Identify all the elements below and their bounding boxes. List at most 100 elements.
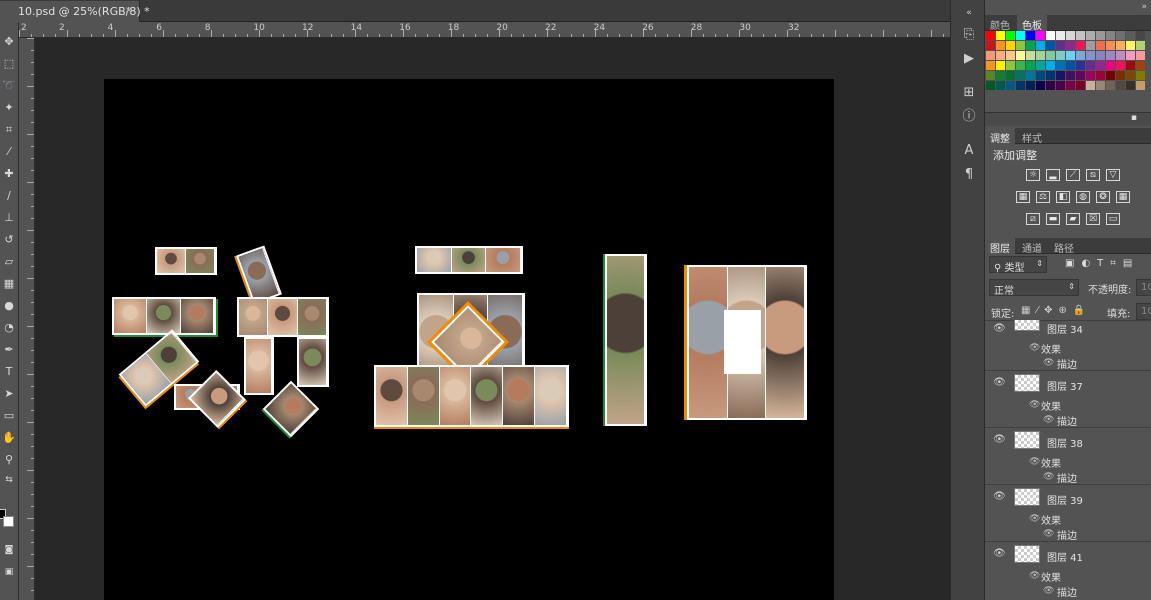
quick-mask-icon[interactable]: ◙ (0, 540, 18, 560)
hue-saturation-icon[interactable]: ▦ (1016, 191, 1030, 203)
brush-tool-icon[interactable]: ∕ (0, 186, 18, 206)
color-swatch[interactable] (996, 41, 1005, 50)
gradient-map-icon[interactable]: ▭ (1106, 213, 1120, 225)
color-swatch[interactable] (1036, 71, 1045, 80)
color-swatch[interactable] (1136, 81, 1145, 90)
color-swatch[interactable] (1026, 71, 1035, 80)
history-panel-icon[interactable]: ⎘ (960, 26, 978, 44)
color-swatch[interactable] (1066, 71, 1075, 80)
color-swatch[interactable] (1096, 71, 1105, 80)
color-swatch[interactable] (1016, 31, 1025, 40)
color-swatch[interactable] (1116, 71, 1125, 80)
color-swatch[interactable] (1006, 41, 1015, 50)
color-swatch[interactable] (1126, 71, 1135, 80)
canvas-area[interactable] (35, 38, 950, 600)
color-swatch[interactable] (1026, 41, 1035, 50)
color-swatch[interactable] (1026, 61, 1035, 70)
color-swatch[interactable] (986, 61, 995, 70)
crop-tool-icon[interactable]: ⌗ (0, 120, 18, 140)
color-swatch[interactable] (1076, 41, 1085, 50)
tab-layers[interactable]: 图层 (985, 238, 1015, 255)
visibility-eye-icon[interactable]: 👁 (993, 491, 1006, 502)
screen-mode-icon[interactable]: ▣ (0, 562, 18, 582)
color-swatch[interactable] (1106, 81, 1115, 90)
color-swatch[interactable] (1056, 41, 1065, 50)
color-lookup-icon[interactable]: ▦ (1116, 191, 1130, 203)
layer-row[interactable]: 👁 图层 39 👁 效果 👁 描边 (985, 484, 1151, 542)
stroke-eye-icon[interactable]: 👁 (1043, 586, 1054, 596)
stroke-eye-icon[interactable]: 👁 (1043, 472, 1054, 482)
color-swatch[interactable] (1076, 71, 1085, 80)
panel-collapse-icon[interactable]: » (1141, 2, 1147, 12)
color-swatch[interactable] (1026, 81, 1035, 90)
color-swatch[interactable] (1106, 41, 1115, 50)
selective-color-icon[interactable]: ☒ (1086, 213, 1100, 225)
color-swatch[interactable] (1006, 31, 1015, 40)
swap-colors-icon[interactable]: ⇆ (0, 470, 18, 490)
color-swatch[interactable] (1056, 81, 1065, 90)
type-tool-icon[interactable]: T (0, 362, 18, 382)
blend-mode-select[interactable]: 正常 ⇕ (989, 279, 1079, 297)
color-swatch[interactable] (1126, 41, 1135, 50)
tab-adjustments[interactable]: 调整 (985, 128, 1015, 145)
effects-eye-icon[interactable]: 👁 (1029, 343, 1040, 353)
color-swatch[interactable] (1016, 61, 1025, 70)
visibility-eye-icon[interactable]: 👁 (993, 323, 1006, 334)
collapse-panels-icon[interactable]: « (960, 4, 978, 22)
tab-styles[interactable]: 样式 (1017, 128, 1047, 145)
color-swatch[interactable] (1116, 61, 1125, 70)
color-swatch[interactable] (1046, 71, 1055, 80)
color-swatch[interactable] (1106, 31, 1115, 40)
photo-filter-icon[interactable]: ◍ (1076, 191, 1090, 203)
color-swatch[interactable] (986, 71, 995, 80)
color-swatch[interactable] (1136, 51, 1145, 60)
visibility-eye-icon[interactable]: 👁 (993, 434, 1006, 445)
color-swatch[interactable] (1036, 41, 1045, 50)
color-swatch[interactable] (1116, 81, 1125, 90)
color-swatch[interactable] (996, 81, 1005, 90)
color-swatch[interactable] (1016, 51, 1025, 60)
color-swatch[interactable] (1066, 61, 1075, 70)
swatch-grid[interactable] (986, 31, 1151, 103)
paragraph-panel-icon[interactable]: ¶ (960, 166, 978, 184)
move-tool-icon[interactable]: ✥ (0, 32, 18, 52)
dodge-tool-icon[interactable]: ◔ (0, 318, 18, 338)
brightness-contrast-icon[interactable]: ☼ (1026, 169, 1040, 181)
marquee-tool-icon[interactable]: ⬚ (0, 54, 18, 74)
color-swatch[interactable] (1026, 51, 1035, 60)
visibility-eye-icon[interactable]: 👁 (993, 548, 1006, 559)
color-swatch[interactable] (1076, 61, 1085, 70)
color-swatch[interactable] (1016, 71, 1025, 80)
color-swatch[interactable] (1126, 31, 1135, 40)
color-swatch[interactable] (1036, 81, 1045, 90)
magic-wand-tool-icon[interactable]: ✦ (0, 98, 18, 118)
stroke-eye-icon[interactable]: 👁 (1043, 415, 1054, 425)
color-swatch[interactable] (1026, 31, 1035, 40)
new-swatch-icon[interactable]: ▪ (1131, 113, 1137, 123)
color-swatch[interactable] (1086, 31, 1095, 40)
color-swatch[interactable] (996, 31, 1005, 40)
color-swatch[interactable] (1076, 51, 1085, 60)
color-swatch[interactable] (996, 51, 1005, 60)
color-swatch[interactable] (1106, 61, 1115, 70)
color-swatch[interactable] (1086, 71, 1095, 80)
exposure-icon[interactable]: ⧅ (1086, 169, 1100, 181)
layer-row[interactable]: 👁 图层 37 👁 效果 👁 描边 (985, 370, 1151, 428)
color-swatch[interactable] (1066, 51, 1075, 60)
actions-panel-icon[interactable]: ▶ (960, 50, 978, 68)
color-swatch[interactable] (1136, 31, 1145, 40)
color-swatch[interactable] (1036, 51, 1045, 60)
info-panel-icon[interactable]: ⓘ (960, 108, 978, 126)
history-brush-tool-icon[interactable]: ↺ (0, 230, 18, 250)
color-swatch[interactable] (1076, 31, 1085, 40)
threshold-icon[interactable]: ▰ (1066, 213, 1080, 225)
color-swatch[interactable] (1066, 81, 1075, 90)
document-tab[interactable]: 10.psd @ 25%(RGB/8) * × (0, 1, 150, 22)
tab-channels[interactable]: 通道 (1017, 238, 1047, 255)
color-swatch[interactable] (986, 81, 995, 90)
color-swatch[interactable] (1096, 51, 1105, 60)
channel-mixer-icon[interactable]: ❂ (1096, 191, 1110, 203)
color-swatch[interactable] (1016, 41, 1025, 50)
color-swatch[interactable] (1066, 31, 1075, 40)
opacity-input[interactable]: 100 (1136, 279, 1151, 296)
